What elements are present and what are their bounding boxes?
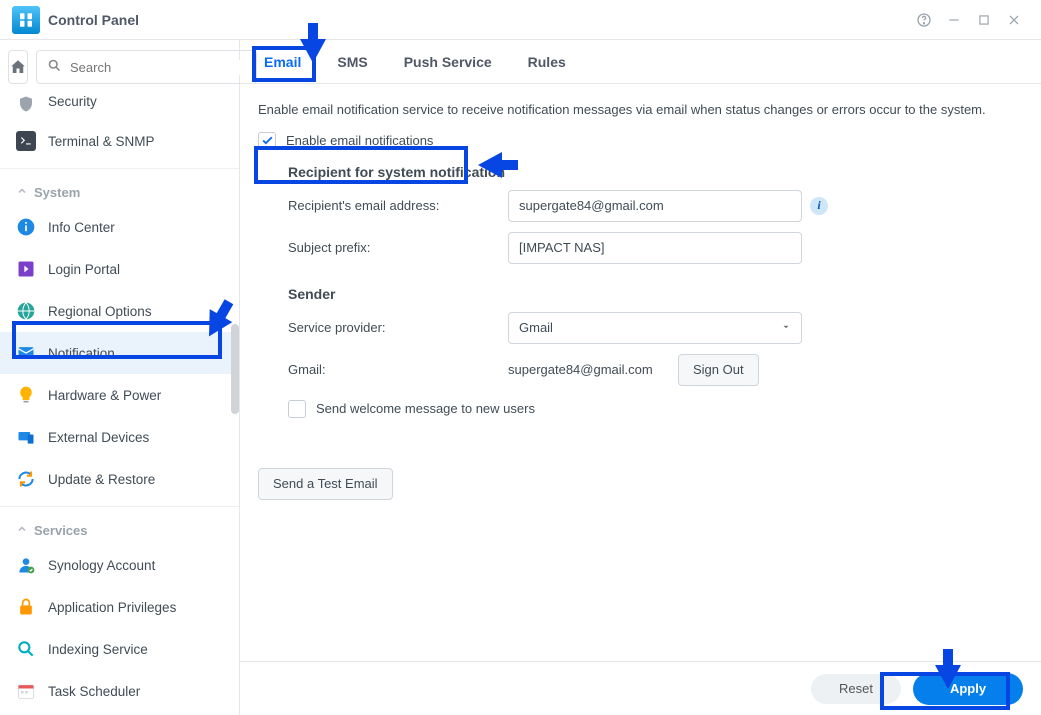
maximize-button[interactable] [969,5,999,35]
sidebar-section-system[interactable]: System [0,175,239,206]
service-provider-select[interactable]: Gmail [508,312,802,344]
sidebar-scrollbar[interactable] [231,324,239,414]
reset-button[interactable]: Reset [811,674,901,704]
footer: Reset Apply [240,661,1041,715]
welcome-message-label: Send welcome message to new users [316,401,535,416]
window-header: Control Panel [0,0,1041,40]
sender-section-title: Sender [288,286,1023,302]
shield-icon [16,94,36,114]
info-icon [16,217,36,237]
sidebar-item-hardware-power[interactable]: Hardware & Power [0,374,239,416]
info-icon[interactable]: i [810,197,828,215]
home-button[interactable] [8,50,28,84]
sidebar-item-task-scheduler[interactable]: Task Scheduler [0,670,239,712]
chevron-up-icon [16,523,28,538]
welcome-message-checkbox[interactable] [288,400,306,418]
tab-push-service[interactable]: Push Service [388,40,508,83]
close-button[interactable] [999,5,1029,35]
lock-icon [16,597,36,617]
gmail-label: Gmail: [288,362,508,377]
minimize-button[interactable] [939,5,969,35]
welcome-message-row[interactable]: Send welcome message to new users [258,400,1023,418]
chevron-up-icon [16,185,28,200]
bulb-icon [16,385,36,405]
login-portal-icon [16,259,36,279]
enable-email-label: Enable email notifications [286,133,433,148]
account-icon [16,555,36,575]
sidebar-item-indexing-service[interactable]: Indexing Service [0,628,239,670]
devices-icon [16,427,36,447]
tab-email[interactable]: Email [248,40,317,83]
window-title: Control Panel [48,12,139,28]
sidebar: Security Terminal & SNMP System Info [0,40,240,715]
sidebar-item-security[interactable]: Security [0,94,239,120]
recipient-email-input[interactable] [508,190,802,222]
gmail-account-value: supergate84@gmail.com [508,362,678,377]
notification-icon [16,343,36,363]
sidebar-item-external-devices[interactable]: External Devices [0,416,239,458]
update-icon [16,469,36,489]
help-button[interactable] [909,5,939,35]
sidebar-item-update-restore[interactable]: Update & Restore [0,458,239,500]
sidebar-item-application-privileges[interactable]: Application Privileges [0,586,239,628]
email-settings-form: Enable email notification service to rec… [240,84,1041,661]
terminal-icon [16,131,36,151]
sidebar-section-services[interactable]: Services [0,513,239,544]
sidebar-scroll[interactable]: Security Terminal & SNMP System Info [0,94,239,715]
sidebar-item-info-center[interactable]: Info Center [0,206,239,248]
subject-prefix-label: Subject prefix: [288,240,508,255]
sidebar-item-synology-account[interactable]: Synology Account [0,544,239,586]
recipient-section-title: Recipient for system notification [288,164,1023,180]
chevron-down-icon [781,320,791,335]
sidebar-item-terminal-snmp[interactable]: Terminal & SNMP [0,120,239,162]
sidebar-item-login-portal[interactable]: Login Portal [0,248,239,290]
service-provider-label: Service provider: [288,320,508,335]
globe-icon [16,301,36,321]
recipient-email-label: Recipient's email address: [288,198,508,213]
enable-email-checkbox-row[interactable]: Enable email notifications [258,132,1023,150]
tab-sms[interactable]: SMS [321,40,383,83]
sidebar-item-notification[interactable]: Notification [0,332,239,374]
send-test-email-button[interactable]: Send a Test Email [258,468,393,500]
calendar-icon [16,681,36,701]
search-icon [47,58,62,76]
description-text: Enable email notification service to rec… [258,100,1023,120]
apply-button[interactable]: Apply [913,673,1023,705]
search-box[interactable] [36,50,257,84]
tab-rules[interactable]: Rules [512,40,582,83]
indexing-icon [16,639,36,659]
search-input[interactable] [70,60,246,75]
subject-prefix-input[interactable] [508,232,802,264]
tabs: Email SMS Push Service Rules [240,40,1041,84]
sidebar-item-regional-options[interactable]: Regional Options [0,290,239,332]
control-panel-icon [12,6,40,34]
sign-out-button[interactable]: Sign Out [678,354,759,386]
content-pane: Email SMS Push Service Rules Enable emai… [240,40,1041,715]
enable-email-checkbox[interactable] [258,132,276,150]
